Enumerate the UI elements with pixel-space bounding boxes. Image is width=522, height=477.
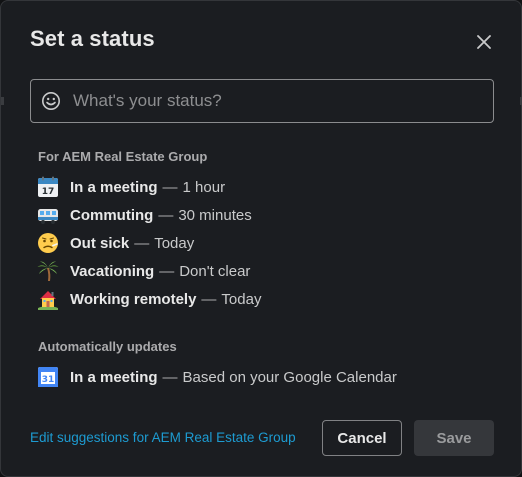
status-option-name: In a meeting [70, 368, 158, 386]
status-option-name: Commuting [70, 206, 154, 224]
status-option-commuting[interactable]: Commuting — 30 minutes [34, 202, 474, 228]
status-option-duration: 30 minutes [178, 206, 252, 224]
status-option-duration: Based on your Google Calendar [182, 368, 397, 386]
status-option-vacationing[interactable]: Vacationing — Don't clear [34, 258, 474, 284]
status-option-duration: Today [221, 290, 262, 308]
status-option-name: In a meeting [70, 178, 158, 196]
svg-text:17: 17 [42, 187, 55, 197]
left-edge-marker [1, 97, 4, 105]
calendar-day-number: 31 [42, 375, 55, 385]
status-option-name: Vacationing [70, 262, 155, 280]
status-option-name: Working remotely [70, 290, 197, 308]
set-status-dialog: Set a status For AEM Real Estate Group 1… [0, 0, 522, 477]
edit-suggestions-link[interactable]: Edit suggestions for AEM Real Estate Gro… [30, 430, 296, 445]
status-option-working-remotely[interactable]: Working remotely — Today [34, 286, 474, 312]
status-option-in-a-meeting[interactable]: 17 In a meeting — 1 hour [34, 174, 474, 200]
auto-updates-section-label: Automatically updates [38, 339, 177, 354]
status-option-duration: Don't clear [179, 262, 251, 280]
palm-tree-icon [37, 261, 59, 281]
status-option-out-sick[interactable]: Out sick — Today [34, 230, 474, 256]
status-input-wrapper[interactable] [30, 79, 494, 123]
smile-icon[interactable] [41, 91, 61, 111]
bus-icon [38, 209, 58, 224]
status-option-separator: — [162, 368, 178, 386]
close-button[interactable] [471, 29, 497, 55]
status-input[interactable] [71, 80, 481, 122]
save-button[interactable]: Save [414, 420, 494, 456]
dialog-title: Set a status [30, 26, 155, 51]
status-option-duration: 1 hour [182, 178, 226, 196]
house-icon [38, 291, 58, 310]
close-icon [477, 35, 491, 49]
presets-section-label: For AEM Real Estate Group [38, 149, 208, 164]
status-option-google-calendar[interactable]: 31 In a meeting — Based on your Google C… [34, 364, 474, 390]
status-option-name: Out sick [70, 234, 130, 252]
status-option-separator: — [158, 206, 174, 224]
status-option-separator: — [134, 234, 150, 252]
status-option-separator: — [159, 262, 175, 280]
calendar-icon: 17 [38, 176, 58, 197]
status-option-duration: Today [154, 234, 195, 252]
sick-face-icon [38, 233, 58, 253]
status-option-separator: — [201, 290, 217, 308]
cancel-button[interactable]: Cancel [322, 420, 402, 456]
google-calendar-icon: 31 [38, 367, 58, 387]
status-option-separator: — [162, 178, 178, 196]
